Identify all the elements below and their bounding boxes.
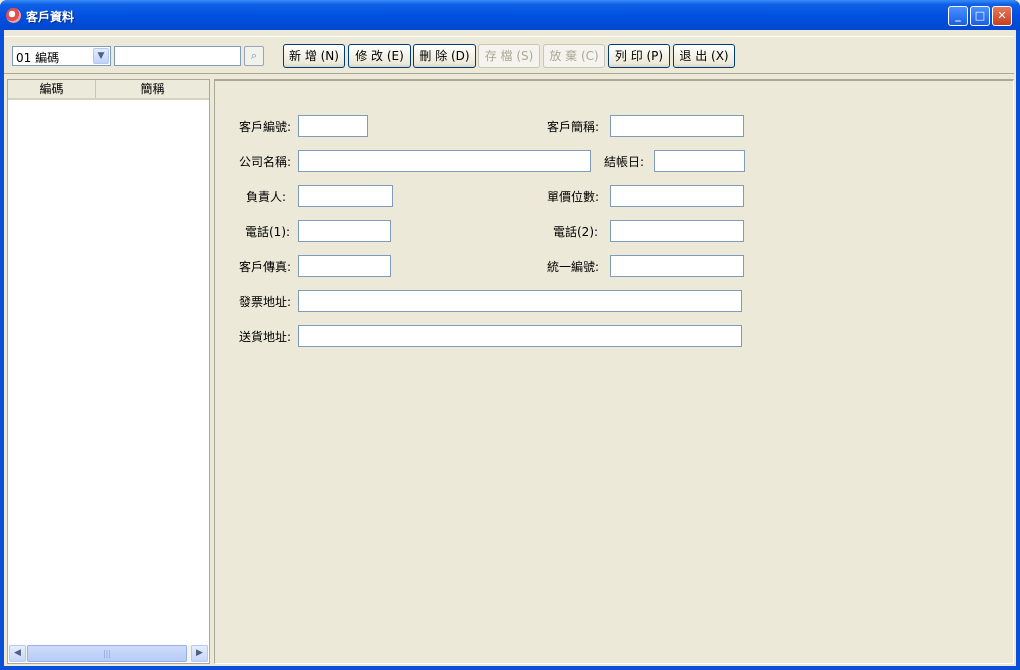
company-name-label: 公司名稱: [239,155,292,169]
maximize-icon: □ [974,9,986,22]
window-title: 客戶資料 [26,10,75,24]
customer-form: 客戶編號: 客戶簡稱: 公司名稱: 結帳日: 負責人: 單價位數: 電話(1):… [214,79,1014,664]
app-window: 客戶資料 _ □ ✕ 01 編碼 ▼ ⌕ 新 增 (N) 修 改 (E) 刪 除… [0,0,1020,670]
scrollbar-thumb[interactable]: ||| [27,645,187,662]
fax-field[interactable] [298,255,391,277]
invoice-address-label: 發票地址: [239,295,292,309]
exit-button[interactable]: 退 出 (X) [673,44,735,68]
print-button[interactable]: 列 印 (P) [608,44,670,68]
customer-no-label: 客戶編號: [239,120,292,134]
phone1-field[interactable] [298,220,391,242]
horizontal-scrollbar[interactable]: ◀ ||| ▶ [9,645,208,662]
toolbar: 01 編碼 ▼ ⌕ 新 增 (N) 修 改 (E) 刪 除 (D) 存 檔 (S… [4,36,1014,74]
phone1-label: 電話(1): [245,225,291,239]
invoice-address-field[interactable] [298,290,742,312]
title-bar[interactable]: 客戶資料 _ □ ✕ [0,0,1020,30]
closing-day-field[interactable] [654,150,745,172]
customer-no-field[interactable] [298,115,368,137]
close-icon: ✕ [997,9,1007,22]
add-button[interactable]: 新 增 (N) [283,44,345,68]
search-input[interactable] [114,46,241,66]
close-button[interactable]: ✕ [992,6,1012,26]
delivery-address-label: 送貨地址: [239,330,292,344]
delivery-address-field[interactable] [298,325,742,347]
field-select[interactable]: 01 編碼 ▼ [12,46,111,66]
chevron-left-icon[interactable]: ◀ [9,645,26,662]
search-icon[interactable]: ⌕ [244,46,264,66]
delete-button[interactable]: 刪 除 (D) [413,44,476,68]
discard-button[interactable]: 放 棄 (C) [543,44,605,68]
price-digits-label: 單價位數: [547,190,600,204]
chevron-right-icon[interactable]: ▶ [191,645,208,662]
customer-list[interactable]: 編碼 簡稱 ◀ ||| ▶ [7,79,210,664]
client-area: 01 編碼 ▼ ⌕ 新 增 (N) 修 改 (E) 刪 除 (D) 存 檔 (S… [4,30,1016,666]
save-button[interactable]: 存 檔 (S) [478,44,540,68]
manager-label: 負責人: [246,190,287,204]
field-select-value: 01 編碼 [16,51,60,65]
edit-button[interactable]: 修 改 (E) [348,44,411,68]
column-header-short-name[interactable]: 簡稱 [96,80,209,98]
tax-id-field[interactable] [610,255,744,277]
fax-label: 客戶傳真: [239,260,292,274]
short-name-label: 客戶簡稱: [547,120,600,134]
chevron-down-icon[interactable]: ▼ [93,48,109,64]
list-header: 編碼 簡稱 [8,80,209,100]
column-header-code[interactable]: 編碼 [8,80,96,98]
price-digits-field[interactable] [610,185,744,207]
manager-field[interactable] [298,185,393,207]
short-name-field[interactable] [610,115,744,137]
company-name-field[interactable] [298,150,591,172]
minimize-icon: _ [955,9,961,22]
tax-id-label: 統一編號: [547,260,600,274]
phone2-field[interactable] [610,220,744,242]
app-icon[interactable] [6,8,21,23]
closing-day-label: 結帳日: [604,155,645,169]
minimize-button[interactable]: _ [948,6,968,26]
maximize-button[interactable]: □ [970,6,990,26]
phone2-label: 電話(2): [553,225,599,239]
